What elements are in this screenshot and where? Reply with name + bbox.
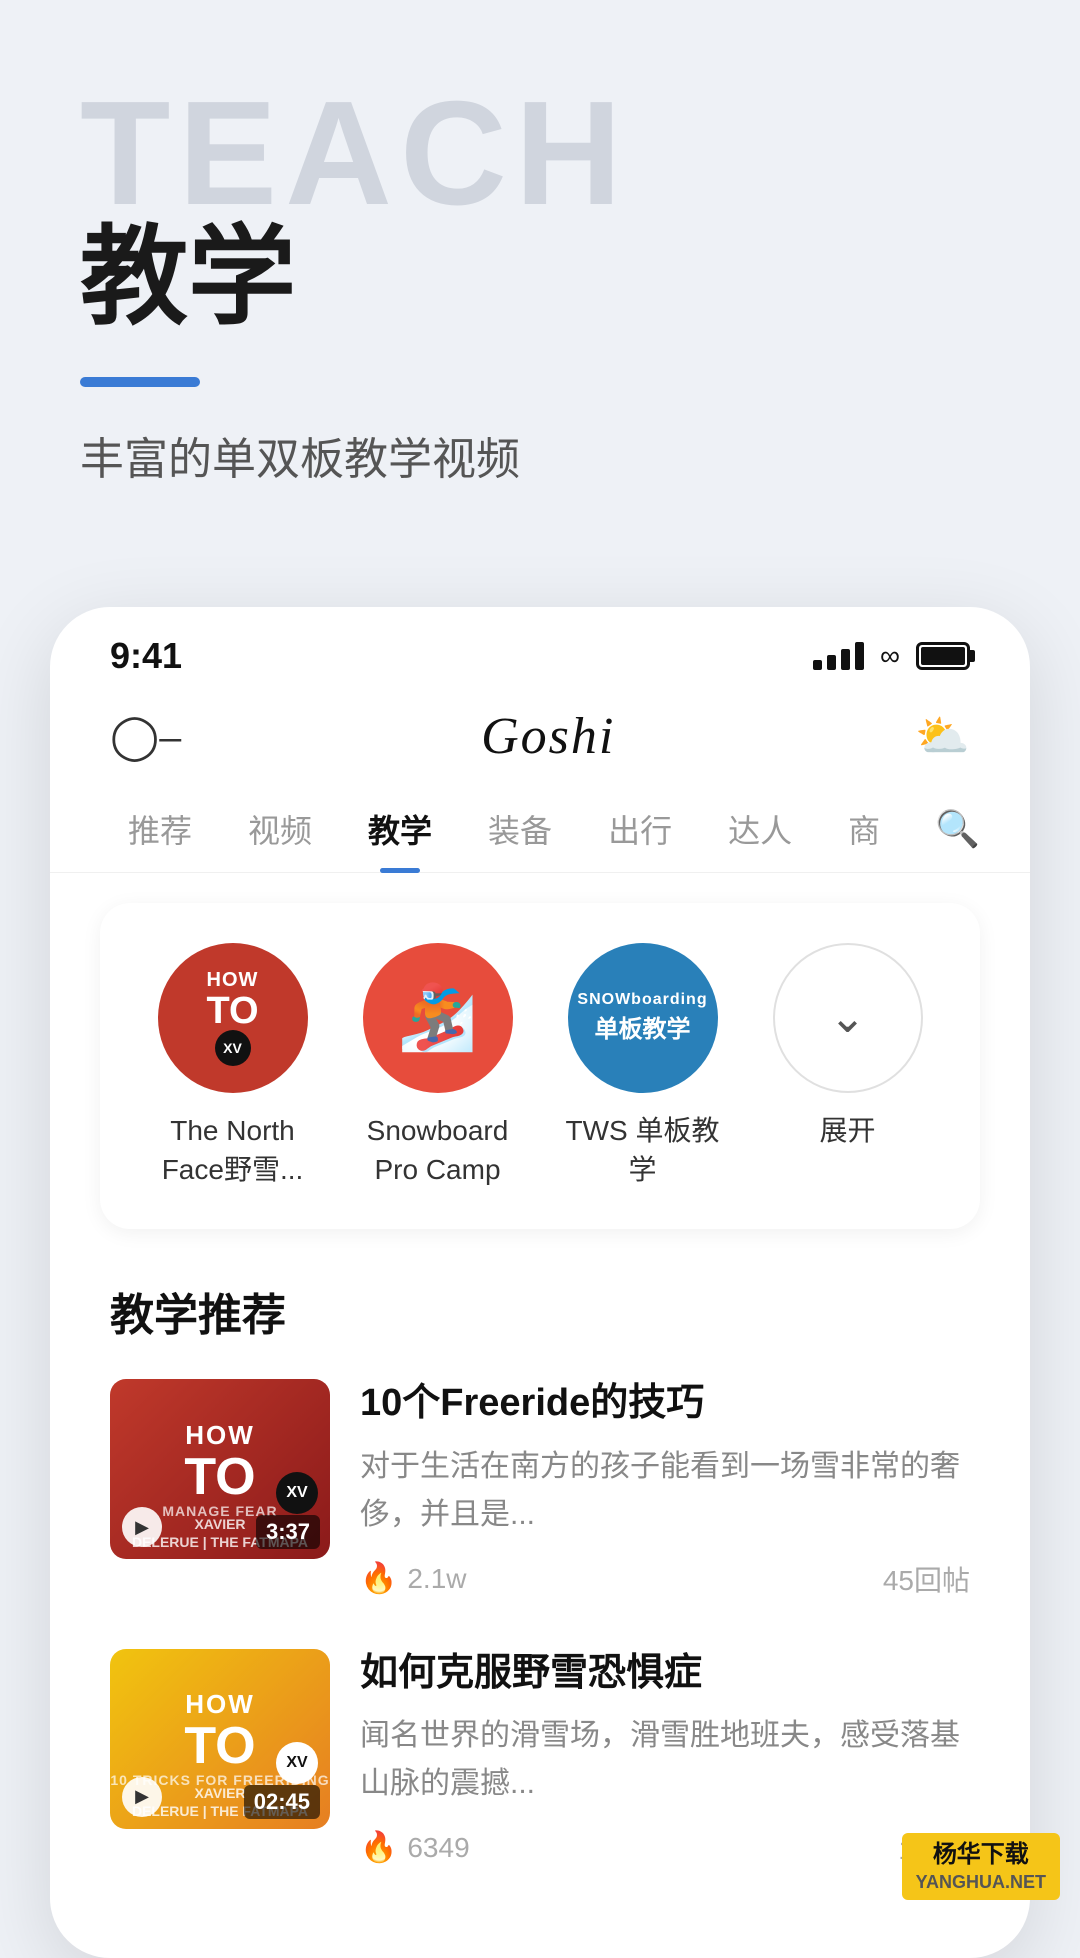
expand-label: 展开 (819, 1111, 875, 1150)
category-section: HOW TO XV The North Face野雪... 🏂 Snowboar… (100, 903, 980, 1229)
ski-figure-icon: 🏂 (398, 980, 478, 1055)
weather-icon[interactable]: ⛅ (915, 710, 970, 762)
play-icon-2[interactable]: ▶ (122, 1777, 162, 1817)
wifi-icon: ∞ (880, 640, 900, 672)
article-meta-1: 🔥 2.1w 45回帖 (360, 1559, 970, 1599)
tws-circle: SNOWboarding 单板教学 (568, 943, 718, 1093)
article-desc-2: 闻名世界的滑雪场，滑雪胜地班夫，感受落基山脉的震撼... (360, 1712, 970, 1808)
chevron-down-icon: ⌄ (829, 992, 866, 1043)
snowboard-label: Snowboard Pro Camp (348, 1111, 528, 1189)
article-meta-2: 🔥 6349 1回帖 (360, 1828, 970, 1868)
article-replies-1: 45回帖 (883, 1559, 970, 1599)
watermark: 杨华下载 YANGHUA.NET (902, 1833, 1060, 1900)
category-northface[interactable]: HOW TO XV The North Face野雪... (143, 943, 323, 1189)
status-bar: 9:41 ∞ (50, 607, 1030, 687)
user-icon[interactable]: ◯⎯ (110, 711, 181, 762)
northface-label: The North Face野雪... (143, 1111, 323, 1189)
tab-expert[interactable]: 达人 (700, 786, 820, 872)
hero-title-en: TEACH (80, 80, 1000, 228)
article-thumb-2: HOW TO 10 TRICKS FOR FREERIDING XV XAVIE… (110, 1649, 330, 1829)
snowboard-circle: 🏂 (363, 943, 513, 1093)
status-time: 9:41 (110, 635, 182, 677)
xv-badge-2: XV (276, 1742, 318, 1784)
search-icon[interactable]: 🔍 (935, 808, 980, 850)
status-icons: ∞ (813, 640, 970, 672)
recommend-section: 教学推荐 HOW TO MANAGE FEAR XV XAVIERDELERUE… (50, 1229, 1030, 1868)
watermark-line1: 杨华下载 (916, 1839, 1046, 1870)
watermark-line2: YANGHUA.NET (916, 1871, 1046, 1894)
tab-shop[interactable]: 商 (820, 786, 908, 872)
tws-label: TWS 单板教学 (566, 1111, 720, 1189)
xv-badge: XV (276, 1472, 318, 1514)
fire-icon: 🔥 (360, 1561, 397, 1596)
play-icon[interactable]: ▶ (122, 1507, 162, 1547)
article-views-2: 🔥 6349 (360, 1830, 470, 1865)
category-snowboard[interactable]: 🏂 Snowboard Pro Camp (348, 943, 528, 1189)
tab-gear[interactable]: 装备 (460, 786, 580, 872)
app-logo: Goshi (481, 707, 615, 766)
article-content-2: 如何克服野雪恐惧症 闻名世界的滑雪场，滑雪胜地班夫，感受落基山脉的震撼... 🔥… (360, 1649, 970, 1868)
app-header: ◯⎯ Goshi ⛅ (50, 687, 1030, 786)
article-item[interactable]: HOW TO 10 TRICKS FOR FREERIDING XV XAVIE… (110, 1649, 970, 1868)
article-views-1: 🔥 2.1w (360, 1561, 467, 1596)
battery-icon (916, 642, 970, 670)
hero-subtitle: 丰富的单双板教学视频 (80, 423, 1000, 487)
nav-tabs: 推荐 视频 教学 装备 出行 达人 商 🔍 (50, 786, 1030, 873)
northface-circle: HOW TO XV (158, 943, 308, 1093)
section-title: 教学推荐 (110, 1279, 970, 1343)
hero-section: TEACH 教学 丰富的单双板教学视频 (0, 0, 1080, 547)
category-tws[interactable]: SNOWboarding 单板教学 TWS 单板教学 (553, 943, 733, 1189)
article-thumb-1: HOW TO MANAGE FEAR XV XAVIERDELERUE | TH… (110, 1379, 330, 1559)
article-duration-1: 3:37 (256, 1515, 320, 1549)
tab-travel[interactable]: 出行 (580, 786, 700, 872)
article-title-2: 如何克服野雪恐惧症 (360, 1649, 970, 1698)
tab-video[interactable]: 视频 (220, 786, 340, 872)
tab-teach[interactable]: 教学 (340, 786, 460, 872)
phone-mockup: 9:41 ∞ ◯⎯ Goshi ⛅ 推荐 视频 教学 装备 出行 达人 商 🔍 (50, 607, 1030, 1958)
fire-icon-2: 🔥 (360, 1830, 397, 1865)
signal-icon (813, 642, 864, 670)
article-content-1: 10个Freeride的技巧 对于生活在南方的孩子能看到一场雪非常的奢侈，并且是… (360, 1379, 970, 1598)
expand-circle: ⌄ (773, 943, 923, 1093)
article-title-1: 10个Freeride的技巧 (360, 1379, 970, 1428)
article-item[interactable]: HOW TO MANAGE FEAR XV XAVIERDELERUE | TH… (110, 1379, 970, 1598)
category-row: HOW TO XV The North Face野雪... 🏂 Snowboar… (130, 943, 950, 1189)
hero-divider (80, 377, 200, 387)
category-expand[interactable]: ⌄ 展开 (758, 943, 938, 1150)
tab-recommend[interactable]: 推荐 (100, 786, 220, 872)
article-desc-1: 对于生活在南方的孩子能看到一场雪非常的奢侈，并且是... (360, 1443, 970, 1539)
article-duration-2: 02:45 (244, 1785, 320, 1819)
